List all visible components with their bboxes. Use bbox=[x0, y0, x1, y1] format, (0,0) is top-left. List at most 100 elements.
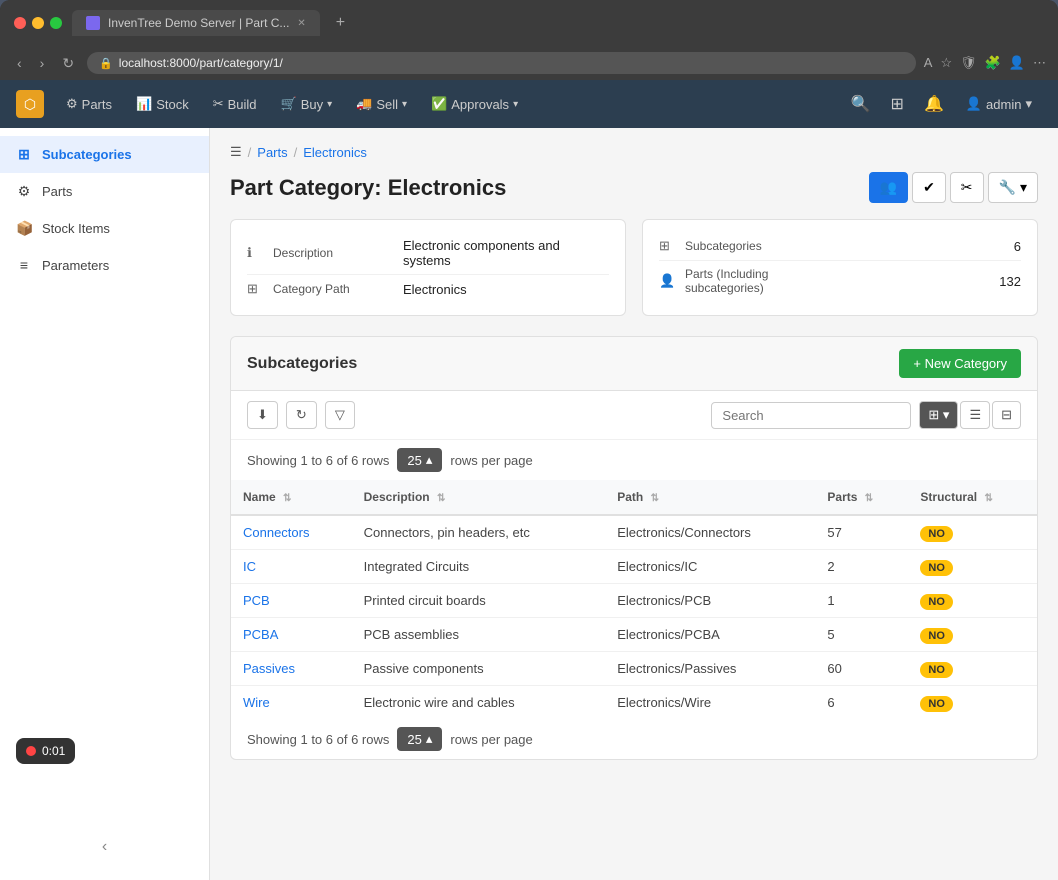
close-tab-btn[interactable]: ✕ bbox=[297, 18, 305, 29]
cell-name-3: PCBA bbox=[231, 618, 352, 652]
col-name[interactable]: Name ⇅ bbox=[231, 480, 352, 515]
cell-structural-1: NO bbox=[908, 550, 1037, 584]
nav-approvals[interactable]: ✅ Approvals ▾ bbox=[421, 90, 528, 118]
assign-users-btn[interactable]: 👥 bbox=[869, 172, 908, 203]
new-category-btn[interactable]: + New Category bbox=[899, 349, 1021, 378]
browser-tab[interactable]: InvenTree Demo Server | Part C... ✕ bbox=[72, 10, 320, 36]
sell-dropdown-icon: ▾ bbox=[402, 99, 407, 110]
tree-view-btn[interactable]: ⊟ bbox=[992, 401, 1021, 429]
row-link-0[interactable]: Connectors bbox=[243, 525, 309, 540]
structural-badge-5: NO bbox=[920, 696, 953, 712]
extensions-icon[interactable]: 🧩 bbox=[985, 55, 1001, 71]
structural-badge-1: NO bbox=[920, 560, 953, 576]
add-tab-btn[interactable]: + bbox=[336, 14, 345, 32]
subcategories-icon: ⊞ bbox=[16, 146, 32, 163]
user-icon: 👤 bbox=[966, 96, 982, 112]
filter-btn[interactable]: ▽ bbox=[325, 401, 355, 429]
refresh-btn[interactable]: ↻ bbox=[57, 53, 79, 74]
bookmark-icon[interactable]: ☆ bbox=[940, 55, 952, 71]
cell-name-1: IC bbox=[231, 550, 352, 584]
sidebar-collapse: ‹ bbox=[0, 834, 209, 860]
nav-sell[interactable]: 🚚 Sell ▾ bbox=[346, 90, 417, 118]
row-link-5[interactable]: Wire bbox=[243, 695, 270, 710]
list-view-btn[interactable]: ☰ bbox=[960, 401, 990, 429]
recording-indicator: 0:01 bbox=[16, 738, 75, 764]
row-count-bottom: Showing 1 to 6 of 6 rows 25 ▴ rows per p… bbox=[231, 719, 1037, 759]
section-title: Subcategories bbox=[247, 355, 899, 373]
download-btn[interactable]: ⬇ bbox=[247, 401, 278, 429]
table-row: PCBA PCB assemblies Electronics/PCBA 5 N… bbox=[231, 618, 1037, 652]
row-link-2[interactable]: PCB bbox=[243, 593, 270, 608]
nav-buy[interactable]: 🛒 Buy ▾ bbox=[271, 90, 343, 118]
row-link-1[interactable]: IC bbox=[243, 559, 256, 574]
table-row: Passives Passive components Electronics/… bbox=[231, 652, 1037, 686]
edit-btn[interactable]: ✔ bbox=[912, 172, 946, 203]
collapse-sidebar-btn[interactable]: ‹ bbox=[94, 834, 115, 860]
category-path-row: ⊞ Category Path Electronics bbox=[247, 275, 609, 303]
translate-icon[interactable]: A bbox=[924, 55, 933, 71]
section-header: Subcategories + New Category bbox=[231, 337, 1037, 391]
table-row: PCB Printed circuit boards Electronics/P… bbox=[231, 584, 1037, 618]
parts-icon: ⚙ bbox=[66, 96, 78, 112]
page-header: Part Category: Electronics 👥 ✔ ✂ 🔧 ▾ bbox=[230, 172, 1038, 203]
parameters-icon: ≡ bbox=[16, 257, 32, 273]
sidebar-item-parts[interactable]: ⚙ Parts bbox=[0, 173, 209, 210]
card-view-btn[interactable]: ⊞ ▾ bbox=[919, 401, 958, 429]
description-row: ℹ Description Electronic components and … bbox=[247, 232, 609, 275]
col-path[interactable]: Path ⇅ bbox=[605, 480, 815, 515]
structural-badge-4: NO bbox=[920, 662, 953, 678]
row-link-3[interactable]: PCBA bbox=[243, 627, 278, 642]
cell-path-0: Electronics/Connectors bbox=[605, 515, 815, 550]
nav-build[interactable]: ✂ Build bbox=[203, 90, 267, 118]
more-icon[interactable]: ⋯ bbox=[1033, 55, 1046, 71]
approvals-icon: ✅ bbox=[431, 96, 447, 112]
cell-parts-0: 57 bbox=[815, 515, 908, 550]
nav-parts[interactable]: ⚙ Parts bbox=[56, 90, 122, 118]
cart-icon: 🛒 bbox=[281, 96, 297, 112]
browser-window: InvenTree Demo Server | Part C... ✕ + ‹ … bbox=[0, 0, 1058, 880]
back-btn[interactable]: ‹ bbox=[12, 53, 27, 73]
view-toggle: ⊞ ▾ ☰ ⊟ bbox=[919, 401, 1021, 429]
minimize-window-btn[interactable] bbox=[32, 17, 44, 29]
per-page-arrow-top: ▴ bbox=[426, 452, 433, 468]
sidebar-item-stock[interactable]: 📦 Stock Items bbox=[0, 210, 209, 247]
per-page-btn-bottom[interactable]: 25 ▴ bbox=[397, 727, 442, 751]
app-navbar: ⬡ ⚙ Parts 📊 Stock ✂ Build 🛒 Buy ▾ 🚚 Sel bbox=[0, 80, 1058, 128]
breadcrumb: ☰ / Parts / Electronics bbox=[230, 144, 1038, 160]
sidebar-item-parameters[interactable]: ≡ Parameters bbox=[0, 247, 209, 283]
rows-per-page-label-top: rows per page bbox=[450, 453, 532, 468]
more-actions-btn[interactable]: 🔧 ▾ bbox=[988, 172, 1038, 203]
grid-nav-btn[interactable]: ⊞ bbox=[883, 88, 912, 120]
user-menu[interactable]: 👤 admin ▾ bbox=[956, 90, 1042, 118]
cell-parts-3: 5 bbox=[815, 618, 908, 652]
bell-nav-btn[interactable]: 🔔 bbox=[916, 88, 952, 120]
search-nav-btn[interactable]: 🔍 bbox=[843, 88, 879, 120]
shield-icon[interactable]: 🛡 bbox=[960, 55, 977, 71]
main-content: ☰ / Parts / Electronics Part Category: E… bbox=[210, 128, 1058, 880]
sidebar-item-subcategories[interactable]: ⊞ Subcategories bbox=[0, 136, 209, 173]
breadcrumb-parts-link[interactable]: Parts bbox=[257, 145, 287, 160]
breadcrumb-home-icon[interactable]: ☰ bbox=[230, 144, 242, 160]
row-link-4[interactable]: Passives bbox=[243, 661, 295, 676]
col-structural[interactable]: Structural ⇅ bbox=[908, 480, 1037, 515]
table-header-row: Name ⇅ Description ⇅ Path ⇅ bbox=[231, 480, 1037, 515]
breadcrumb-category-link[interactable]: Electronics bbox=[303, 145, 367, 160]
forward-btn[interactable]: › bbox=[35, 53, 50, 73]
col-description[interactable]: Description ⇅ bbox=[352, 480, 606, 515]
address-bar[interactable]: 🔒 localhost:8000/part/category/1/ bbox=[87, 52, 916, 74]
refresh-table-btn[interactable]: ↻ bbox=[286, 401, 317, 429]
table-row: IC Integrated Circuits Electronics/IC 2 … bbox=[231, 550, 1037, 584]
search-input[interactable] bbox=[711, 402, 911, 429]
nav-stock[interactable]: 📊 Stock bbox=[126, 90, 199, 118]
per-page-btn-top[interactable]: 25 ▴ bbox=[397, 448, 442, 472]
move-btn[interactable]: ✂ bbox=[950, 172, 984, 203]
maximize-window-btn[interactable] bbox=[50, 17, 62, 29]
buy-dropdown-icon: ▾ bbox=[327, 99, 332, 110]
col-parts[interactable]: Parts ⇅ bbox=[815, 480, 908, 515]
recording-dot bbox=[26, 746, 36, 756]
info-card-counts: ⊞ Subcategories 6 👤 Parts (Including sub… bbox=[642, 219, 1038, 316]
close-window-btn[interactable] bbox=[14, 17, 26, 29]
profile-icon[interactable]: 👤 bbox=[1009, 55, 1025, 71]
cell-desc-5: Electronic wire and cables bbox=[352, 686, 606, 720]
approvals-dropdown-icon: ▾ bbox=[513, 99, 518, 110]
